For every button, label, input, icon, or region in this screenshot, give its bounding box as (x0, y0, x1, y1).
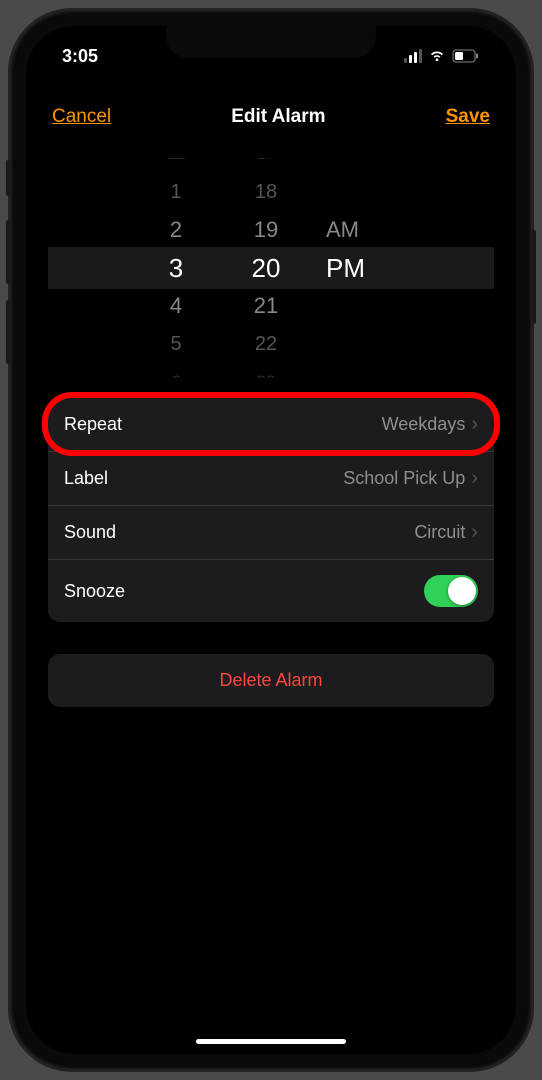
sound-row[interactable]: Sound Circuit › (48, 506, 494, 560)
ampm-column[interactable]: AM PM (326, 158, 396, 378)
minute-column[interactable]: 17 18 19 20 21 22 23 (236, 158, 296, 378)
volume-down-button (6, 300, 10, 364)
chevron-right-icon: › (471, 467, 478, 490)
nav-bar: Cancel Edit Alarm Save (26, 74, 516, 148)
notch (166, 26, 376, 58)
delete-alarm-button[interactable]: Delete Alarm (48, 654, 494, 707)
chevron-right-icon: › (471, 521, 478, 544)
status-right (404, 49, 480, 63)
volume-up-button (6, 220, 10, 284)
page-title: Edit Alarm (231, 106, 325, 128)
wifi-icon (428, 49, 446, 63)
repeat-value: Weekdays (382, 414, 466, 435)
label-value: School Pick Up (343, 468, 465, 489)
sound-label: Sound (64, 522, 116, 543)
battery-icon (452, 49, 480, 63)
power-button (532, 230, 536, 324)
snooze-toggle[interactable] (424, 575, 478, 607)
save-button[interactable]: Save (446, 106, 490, 128)
chevron-right-icon: › (471, 413, 478, 436)
time-picker[interactable]: 12 1 2 3 4 5 6 17 18 19 20 21 22 23 (48, 158, 494, 378)
status-time: 3:05 (62, 46, 98, 67)
sound-value: Circuit (414, 522, 465, 543)
hour-column[interactable]: 12 1 2 3 4 5 6 (146, 158, 206, 378)
silent-switch (6, 160, 10, 196)
repeat-row[interactable]: Repeat Weekdays › (48, 398, 494, 452)
label-label: Label (64, 468, 108, 489)
home-indicator[interactable] (196, 1039, 346, 1044)
toggle-knob (448, 577, 476, 605)
hour-selected: 3 (169, 249, 183, 287)
signal-icon (404, 49, 422, 63)
snooze-row: Snooze (48, 560, 494, 622)
phone-frame: 3:05 Cancel Edit Alarm Save (10, 10, 532, 1070)
cancel-button[interactable]: Cancel (52, 106, 111, 128)
minute-selected: 20 (252, 249, 281, 287)
screen: 3:05 Cancel Edit Alarm Save (26, 26, 516, 1054)
settings-list: Repeat Weekdays › Label School Pick Up ›… (48, 398, 494, 622)
repeat-label: Repeat (64, 414, 122, 435)
snooze-label: Snooze (64, 581, 125, 602)
label-row[interactable]: Label School Pick Up › (48, 452, 494, 506)
ampm-selected: PM (326, 249, 365, 287)
